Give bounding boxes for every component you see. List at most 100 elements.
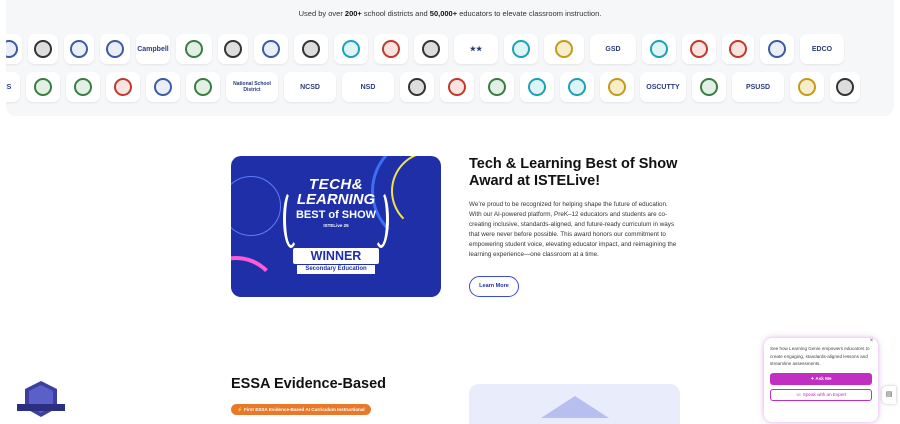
district-seal-icon xyxy=(608,78,626,96)
district-logo xyxy=(682,34,716,64)
district-logo xyxy=(374,34,408,64)
district-logo xyxy=(722,34,754,64)
district-seal-icon xyxy=(488,78,506,96)
district-seal-icon xyxy=(185,40,203,58)
district-seal-icon xyxy=(194,78,212,96)
district-logo xyxy=(28,34,58,64)
essa-badge-icon xyxy=(17,381,65,417)
district-seal-icon xyxy=(798,78,816,96)
district-seal-icon xyxy=(690,40,708,58)
district-logo xyxy=(440,72,474,102)
district-seal-icon xyxy=(700,78,718,96)
district-seal-icon xyxy=(729,40,747,58)
ask-me-button[interactable]: ✦ Ask Me xyxy=(770,372,872,385)
district-logo xyxy=(414,34,448,64)
essa-heading: ESSA Evidence-Based xyxy=(231,376,386,392)
speak-with-expert-button[interactable]: ☏ Speak with an Expert xyxy=(770,388,872,401)
essa-pill-badge: ⚡ First ESSA Evidence-Based AI Curriculu… xyxy=(231,404,371,415)
partner-logo-band: Used by over 200+ school districts and 5… xyxy=(6,0,894,116)
district-logo xyxy=(790,72,824,102)
district-logo xyxy=(176,34,212,64)
district-seal-icon xyxy=(382,40,400,58)
district-logo xyxy=(186,72,220,102)
district-logo xyxy=(760,34,794,64)
award-badge-title: TECH& LEARNING BEST of SHOW ISTELive 25 xyxy=(295,176,377,228)
district-logo-text: NSD xyxy=(360,83,376,91)
district-logo: OSCUTTY xyxy=(640,72,686,102)
district-logo-text: OSCUTTY xyxy=(646,83,680,91)
award-image-card: TECH& LEARNING BEST of SHOW ISTELive 25 … xyxy=(231,156,441,297)
district-logo xyxy=(146,72,180,102)
chat-promo-popup: × See how Learning Genie empowers educat… xyxy=(764,338,878,422)
district-seal-icon xyxy=(568,78,586,96)
district-logo xyxy=(64,34,94,64)
essa-graphic xyxy=(541,396,609,418)
district-logo: NSD xyxy=(342,72,394,102)
district-logo: ★★ xyxy=(454,34,498,64)
district-logo: Campbell xyxy=(136,34,170,64)
district-seal-icon xyxy=(302,40,320,58)
district-logo xyxy=(400,72,434,102)
essa-image-card xyxy=(469,384,680,424)
close-icon[interactable]: × xyxy=(868,338,875,345)
district-logo xyxy=(294,34,328,64)
district-logo: PSUSD xyxy=(732,72,784,102)
district-seal-icon xyxy=(528,78,546,96)
district-seal-icon xyxy=(154,78,172,96)
decor-arc xyxy=(231,256,281,297)
district-logo xyxy=(254,34,288,64)
logo-row-2: MS National School District NCSD NSD OSCUTTY… xyxy=(6,72,860,102)
winner-ribbon: WINNER xyxy=(293,248,379,264)
district-logo: EDCO xyxy=(800,34,844,64)
learn-more-button[interactable]: Learn More xyxy=(469,276,519,297)
district-logo: MS xyxy=(6,72,20,102)
district-logo xyxy=(544,34,584,64)
district-logo: GSD xyxy=(590,34,636,64)
district-logo xyxy=(106,72,140,102)
logo-row-1: Campbell ★★ GSD EDCO xyxy=(6,34,844,64)
popup-message: See how Learning Genie empowers educator… xyxy=(770,346,870,366)
district-seal-icon xyxy=(114,78,132,96)
district-logo xyxy=(480,72,514,102)
district-logo xyxy=(692,72,726,102)
district-logo xyxy=(66,72,100,102)
district-logo-text: ★★ xyxy=(469,46,483,53)
district-logo xyxy=(642,34,676,64)
award-heading: Tech & Learning Best of Show Award at IS… xyxy=(469,156,678,189)
district-logo-text: EDCO xyxy=(811,45,833,53)
district-logo xyxy=(560,72,594,102)
district-seal-icon xyxy=(448,78,466,96)
district-seal-icon xyxy=(768,40,786,58)
district-logo-text: National School District xyxy=(233,81,271,93)
district-seal-icon xyxy=(650,40,668,58)
district-seal-icon xyxy=(70,40,88,58)
district-seal-icon xyxy=(422,40,440,58)
chat-icon[interactable]: ▤ xyxy=(882,386,896,404)
district-logo-text: NCSD xyxy=(300,83,320,91)
district-seal-icon xyxy=(106,40,124,58)
district-logo xyxy=(334,34,368,64)
district-seal-icon xyxy=(836,78,854,96)
district-logo: NCSD xyxy=(284,72,336,102)
district-logo xyxy=(520,72,554,102)
district-seal-icon xyxy=(262,40,280,58)
award-category: Secondary Education xyxy=(297,265,375,274)
award-description: We’re proud to be recognized for helping… xyxy=(469,201,677,258)
district-logo xyxy=(26,72,60,102)
district-logo-text: PSUSD xyxy=(745,83,771,91)
district-seal-icon xyxy=(512,40,530,58)
usage-tagline: Used by over 200+ school districts and 5… xyxy=(298,9,602,18)
district-logo xyxy=(6,34,22,64)
district-seal-icon xyxy=(555,40,573,58)
district-seal-icon xyxy=(224,40,242,58)
district-logo xyxy=(218,34,248,64)
district-logo-text: GSD xyxy=(605,45,621,53)
district-seal-icon xyxy=(408,78,426,96)
district-seal-icon xyxy=(6,40,18,58)
district-seal-icon xyxy=(34,40,52,58)
district-seal-icon xyxy=(34,78,52,96)
district-logo-text: MS xyxy=(6,83,12,91)
district-logo: National School District xyxy=(226,72,278,102)
district-seal-icon xyxy=(342,40,360,58)
district-logo xyxy=(830,72,860,102)
